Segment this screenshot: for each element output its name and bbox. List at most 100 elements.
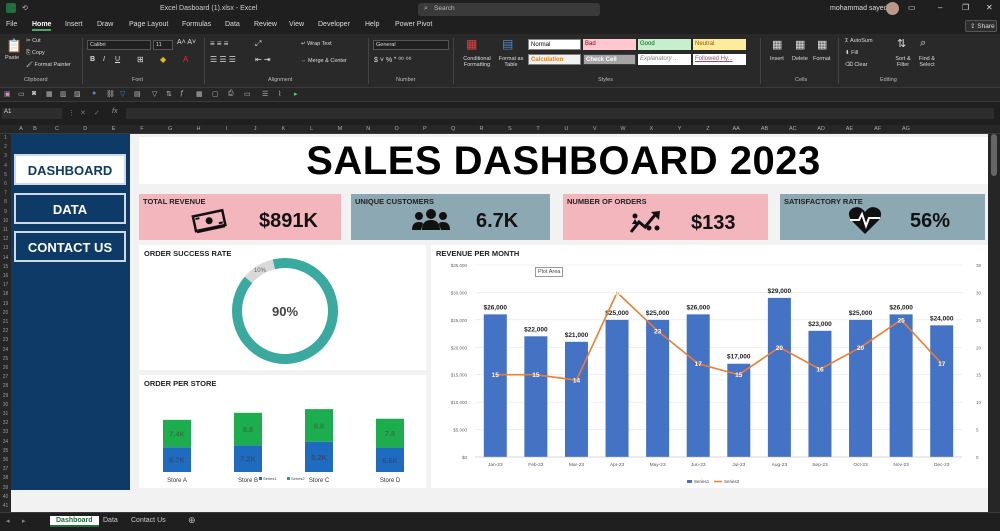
menu-data[interactable]: Data	[225, 21, 240, 28]
row-header[interactable]: 6	[0, 181, 11, 187]
currency-icon[interactable]: $ ˅ % ❜ ⁰⁰ ⁰⁰	[374, 56, 411, 64]
paste-button[interactable]: Paste	[5, 55, 19, 61]
column-header[interactable]: AD	[811, 126, 831, 132]
order-per-store-chart[interactable]: 6.7K 7.4K Store A 7.2K 8.8 Store B 8.2K 8.8 Stor…	[139, 375, 426, 488]
column-header[interactable]: P	[415, 126, 435, 132]
column-header[interactable]: AA	[726, 126, 746, 132]
row-header[interactable]: 34	[0, 439, 11, 445]
column-header[interactable]: Q	[443, 126, 463, 132]
underline-icon[interactable]: U	[115, 56, 120, 63]
format-button[interactable]: Format	[813, 56, 830, 62]
list-icon[interactable]: ☰	[262, 90, 268, 98]
chart-icon[interactable]: ▥	[60, 90, 67, 98]
row-header[interactable]: 41	[0, 503, 11, 509]
formula-input[interactable]	[126, 108, 994, 119]
order-success-donut-chart[interactable]: 10% 90%	[139, 245, 426, 370]
row-header[interactable]: 25	[0, 356, 11, 362]
clear-button[interactable]: ⌫ Clear	[845, 62, 867, 68]
style-calculation[interactable]: Calculation	[528, 54, 581, 65]
column-header[interactable]: R	[472, 126, 492, 132]
grid-icon[interactable]: ▦	[196, 90, 203, 98]
row-header[interactable]: 37	[0, 466, 11, 472]
align-left-icon[interactable]: ☰ ☰ ☰	[210, 55, 236, 64]
column-header[interactable]: S	[500, 126, 520, 132]
column-header[interactable]: K	[273, 126, 293, 132]
nav-contact-button[interactable]: CONTACT US	[14, 231, 126, 262]
column-header[interactable]: G	[160, 126, 180, 132]
tab-scroll-left-icon[interactable]: ◂	[6, 517, 10, 525]
row-header[interactable]: 28	[0, 383, 11, 389]
column-header[interactable]: O	[387, 126, 407, 132]
menu-power-pivot[interactable]: Power Pivot	[395, 21, 432, 28]
column-header[interactable]: D	[75, 126, 95, 132]
print-icon[interactable]: ⎙	[228, 90, 234, 98]
namebox-menu-icon[interactable]: ⋮	[68, 109, 75, 117]
sort-filter-button[interactable]: Sort & Filter	[892, 56, 914, 68]
camera-icon[interactable]: ◙	[32, 90, 36, 97]
row-header[interactable]: 16	[0, 273, 11, 279]
row-header[interactable]: 20	[0, 310, 11, 316]
column-header[interactable]: L	[302, 126, 322, 132]
revenue-per-month-chart[interactable]: $0 $5,000 $10,000 $15,000 $20,000 $25,000 $30,…	[431, 245, 988, 488]
enter-icon[interactable]: ✓	[94, 109, 100, 117]
kpi-number-of-orders[interactable]: NUMBER OF ORDERS $133	[563, 194, 768, 240]
column-header[interactable]: Z	[698, 126, 718, 132]
row-header[interactable]: 30	[0, 402, 11, 408]
font-size-select[interactable]: 11	[153, 40, 173, 50]
style-bad[interactable]: Bad	[583, 39, 636, 50]
row-header[interactable]: 2	[0, 144, 11, 150]
kpi-total-revenue[interactable]: TOTAL REVENUE $891K	[139, 194, 341, 240]
kpi-satisfactory-rate[interactable]: SATISFACTORY RATE 56%	[780, 194, 985, 240]
align-top-icon[interactable]: ≡ ≡ ≡	[210, 39, 228, 48]
add-sheet-icon[interactable]: ⊕	[188, 515, 196, 526]
column-header[interactable]: T	[528, 126, 548, 132]
row-header[interactable]: 11	[0, 227, 11, 233]
row-header[interactable]: 21	[0, 319, 11, 325]
picture-icon[interactable]: ▨	[74, 90, 81, 98]
cancel-icon[interactable]: ✕	[80, 109, 86, 117]
column-header[interactable]: AB	[755, 126, 775, 132]
row-header[interactable]: 14	[0, 255, 11, 261]
sheet-tab-contact-us[interactable]: Contact Us	[125, 516, 172, 525]
nav-data-button[interactable]: DATA	[14, 193, 126, 224]
menu-help[interactable]: Help	[365, 21, 379, 28]
paste-icon[interactable]: 📋	[6, 38, 22, 54]
row-header[interactable]: 5	[0, 172, 11, 178]
row-header[interactable]: 32	[0, 420, 11, 426]
menu-home[interactable]: Home	[32, 21, 52, 31]
scroll-thumb[interactable]	[991, 134, 997, 176]
row-header[interactable]: 1	[0, 135, 11, 141]
avatar[interactable]	[886, 2, 899, 15]
fill-color-icon[interactable]: ◆	[160, 55, 166, 64]
column-header[interactable]: M	[330, 126, 350, 132]
row-header[interactable]: 13	[0, 245, 11, 251]
row-header[interactable]: 18	[0, 291, 11, 297]
column-header[interactable]: X	[641, 126, 661, 132]
column-header[interactable]: B	[25, 126, 45, 132]
menu-insert[interactable]: Insert	[65, 21, 83, 28]
sheet-tab-data[interactable]: Data	[97, 516, 124, 525]
pivot-icon[interactable]: ▤	[134, 90, 141, 98]
row-header[interactable]: 22	[0, 328, 11, 334]
border-icon[interactable]: ▢	[212, 90, 219, 98]
row-header[interactable]: 19	[0, 301, 11, 307]
column-header[interactable]: J	[245, 126, 265, 132]
row-header[interactable]: 4	[0, 163, 11, 169]
save-icon[interactable]: ▭	[18, 90, 25, 98]
autosum-button[interactable]: Σ AutoSum	[845, 38, 873, 44]
row-header[interactable]: 36	[0, 457, 11, 463]
row-header[interactable]: 26	[0, 365, 11, 371]
minimize-icon[interactable]: –	[938, 3, 942, 12]
format-table-icon[interactable]: ▤	[502, 37, 513, 51]
nav-dashboard-button[interactable]: DASHBOARD	[14, 154, 126, 185]
font-color-icon[interactable]: A	[183, 55, 188, 64]
wrap-text-button[interactable]: ↵ Wrap Text	[301, 41, 332, 47]
name-box[interactable]: A1	[2, 108, 62, 119]
menu-view[interactable]: View	[289, 21, 304, 28]
run-icon[interactable]: ▸	[294, 90, 298, 98]
table-icon[interactable]: ▦	[46, 90, 53, 98]
shape-icon[interactable]: ●	[92, 90, 96, 97]
close-icon[interactable]: ✕	[986, 3, 993, 12]
row-header[interactable]: 17	[0, 282, 11, 288]
format-painter-button[interactable]: 🖌 Format Painter	[26, 62, 71, 68]
